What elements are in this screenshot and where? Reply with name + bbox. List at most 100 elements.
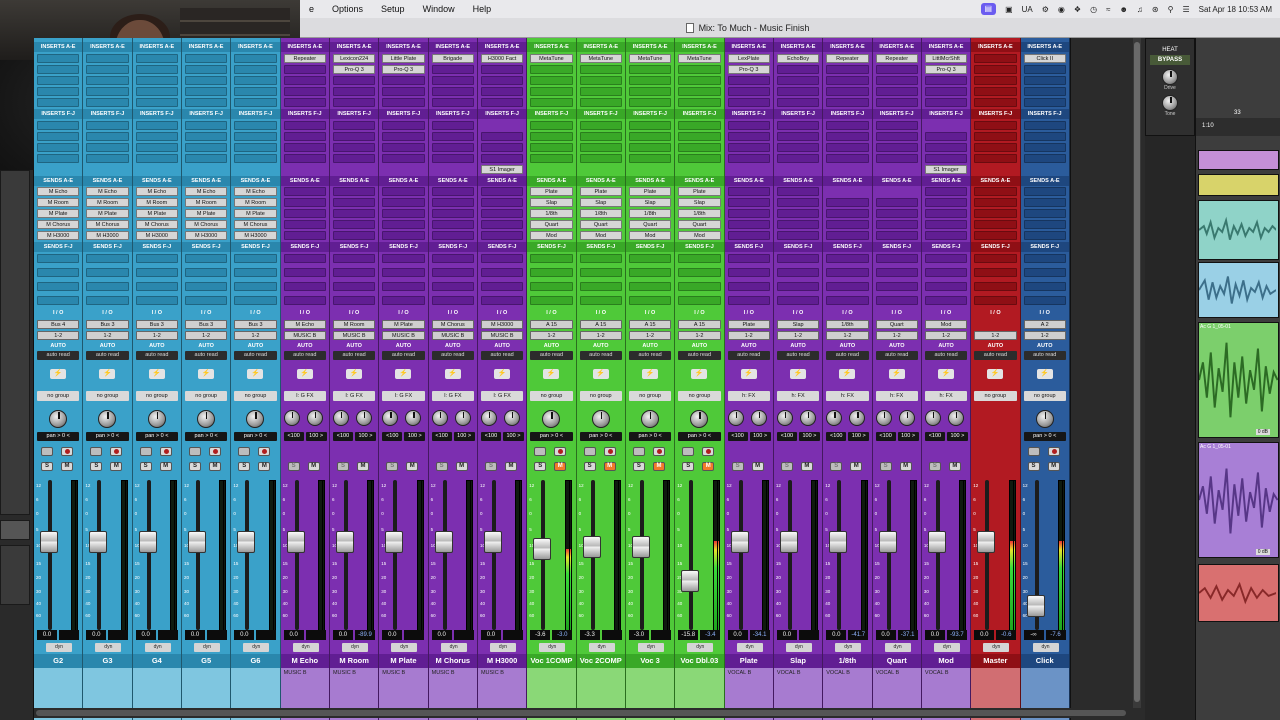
mute-button[interactable]: M — [208, 462, 221, 471]
send-slot-empty[interactable] — [924, 296, 968, 305]
insert-slot-empty[interactable] — [234, 143, 277, 152]
insert-slot-empty[interactable] — [184, 76, 228, 85]
send-slot-empty[interactable] — [135, 268, 178, 277]
pan-value-left[interactable]: <100 — [382, 432, 403, 441]
insert-slot-empty[interactable] — [283, 98, 326, 107]
input-selector[interactable]: M Chorus — [431, 320, 474, 329]
pan-value-right[interactable]: 100 > — [354, 432, 376, 441]
send-slot-empty[interactable] — [283, 254, 326, 263]
insert-slot-empty[interactable] — [974, 54, 1017, 63]
send-slot-empty[interactable] — [37, 268, 80, 277]
insert-slot-empty[interactable] — [184, 65, 228, 74]
insert-slot-empty[interactable] — [924, 154, 968, 163]
peak-value[interactable] — [59, 630, 79, 640]
send-slot-empty[interactable] — [382, 209, 425, 218]
pan-knob-left[interactable] — [382, 410, 399, 426]
pan-knob[interactable] — [98, 410, 117, 428]
send-slot-empty[interactable] — [875, 220, 918, 229]
send-slot-empty[interactable] — [826, 282, 869, 291]
mute-button[interactable]: M — [850, 462, 863, 471]
send-slot[interactable]: M Echo — [135, 187, 178, 196]
automation-mode-selector[interactable]: auto read — [530, 351, 573, 360]
automation-mode-selector[interactable]: auto read — [924, 351, 968, 360]
insert-slot-empty[interactable] — [1023, 87, 1066, 96]
volume-value[interactable]: -3.3 — [579, 630, 600, 640]
pan-knob-right[interactable] — [306, 410, 323, 426]
solo-button[interactable]: S — [731, 462, 744, 471]
volume-fader[interactable] — [878, 531, 897, 554]
input-selector[interactable]: M Echo — [283, 320, 326, 329]
automation-mode-selector[interactable]: auto read — [826, 351, 869, 360]
mute-button[interactable]: M — [455, 462, 468, 471]
volume-fader[interactable] — [483, 531, 502, 554]
insert-slot-empty[interactable] — [974, 121, 1017, 130]
insert-slot-empty[interactable] — [974, 65, 1017, 74]
volume-fader[interactable] — [1026, 595, 1045, 618]
track-name[interactable]: Quart — [872, 654, 921, 668]
insert-slot-empty[interactable] — [184, 154, 228, 163]
insert-slot-empty[interactable] — [974, 76, 1017, 85]
pan-value-left[interactable]: <100 — [727, 432, 748, 441]
pan-knob[interactable] — [147, 410, 166, 428]
pan-knob[interactable] — [640, 410, 659, 428]
send-slot[interactable]: M Echo — [86, 187, 129, 196]
send-slot-empty[interactable] — [924, 268, 968, 277]
output-selector[interactable]: 1-2 — [776, 331, 820, 340]
peak-value[interactable]: -0.6 — [996, 630, 1017, 640]
insert-slot-empty[interactable] — [776, 87, 820, 96]
insert-slot-empty[interactable] — [37, 54, 80, 63]
insert-slot-empty[interactable] — [628, 65, 672, 74]
lightning-icon[interactable]: ⚡ — [50, 369, 66, 379]
menu-edit[interactable]: e — [300, 4, 323, 14]
pan-value[interactable]: pan > 0 < — [37, 432, 80, 441]
volume-fader[interactable] — [582, 536, 601, 559]
group-selector[interactable]: I: G FX — [382, 391, 425, 401]
insert-slot-empty[interactable] — [727, 154, 770, 163]
send-slot-empty[interactable] — [826, 209, 869, 218]
datetime-text[interactable]: Sat Apr 18 10:53 AM — [1199, 5, 1272, 14]
send-slot-empty[interactable] — [1023, 268, 1066, 277]
send-slot-empty[interactable] — [1023, 282, 1066, 291]
clock-icon[interactable]: ◷ — [1090, 5, 1097, 14]
send-slot-empty[interactable] — [826, 254, 869, 263]
send-slot-empty[interactable] — [974, 268, 1017, 277]
send-slot-empty[interactable] — [974, 220, 1017, 229]
insert-slot-empty[interactable] — [382, 121, 425, 130]
send-slot[interactable]: M H3000 — [37, 231, 80, 240]
input-selector[interactable]: Quart — [875, 320, 918, 329]
send-slot-empty[interactable] — [628, 282, 672, 291]
mute-button[interactable]: M — [554, 462, 567, 471]
insert-slot[interactable]: Repeater — [875, 54, 918, 63]
record-arm-button[interactable] — [61, 447, 73, 456]
insert-slot-empty[interactable] — [37, 87, 80, 96]
send-slot-empty[interactable] — [579, 282, 622, 291]
insert-slot-empty[interactable] — [628, 76, 672, 85]
send-slot-empty[interactable] — [776, 268, 820, 277]
send-slot-empty[interactable] — [37, 254, 80, 263]
pan-knob-right[interactable] — [849, 410, 866, 426]
volume-value[interactable]: 0.0 — [431, 630, 452, 640]
volume-value[interactable]: 0.0 — [332, 630, 353, 640]
send-slot-empty[interactable] — [382, 220, 425, 229]
send-slot-empty[interactable] — [875, 198, 918, 207]
mute-button[interactable]: M — [110, 462, 123, 471]
pan-value-right[interactable]: 100 > — [897, 432, 919, 441]
insert-slot-empty[interactable] — [283, 143, 326, 152]
volume-fader[interactable] — [286, 531, 305, 554]
insert-slot-empty[interactable] — [135, 132, 178, 141]
track-name[interactable]: 1/8th — [823, 654, 872, 668]
send-slot-empty[interactable] — [283, 231, 326, 240]
pan-value-left[interactable]: <100 — [283, 432, 304, 441]
send-slot-empty[interactable] — [974, 231, 1017, 240]
send-slot[interactable]: M Plate — [37, 209, 80, 218]
send-slot-empty[interactable] — [826, 296, 869, 305]
insert-slot-empty[interactable] — [431, 143, 474, 152]
insert-slot-empty[interactable] — [86, 76, 129, 85]
volume-fader[interactable] — [631, 536, 650, 559]
insert-slot-empty[interactable] — [283, 76, 326, 85]
insert-slot-empty[interactable] — [974, 132, 1017, 141]
send-slot-empty[interactable] — [37, 282, 80, 291]
send-slot-empty[interactable] — [382, 282, 425, 291]
insert-slot-empty[interactable] — [826, 121, 869, 130]
input-selector[interactable]: M Plate — [382, 320, 425, 329]
